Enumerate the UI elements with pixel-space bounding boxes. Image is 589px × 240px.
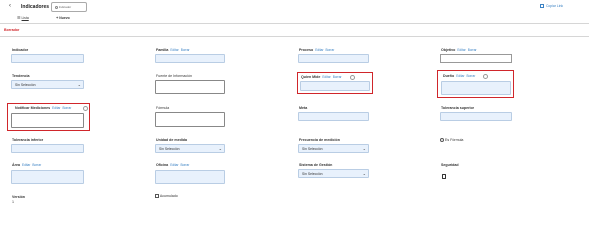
version-label: Versión <box>12 195 25 199</box>
area-label: Área Editar Borrar <box>12 163 42 167</box>
proceso-clear-link[interactable]: Borrar <box>326 48 335 52</box>
chevron-down-icon: ⌄ <box>362 146 366 151</box>
security-document-icon[interactable] <box>442 174 446 179</box>
sistema-select[interactable]: Sin Selección ⌄ <box>298 169 369 178</box>
quien-mide-label: Quien Mide Editar Borrar <box>301 75 342 79</box>
info-icon <box>483 73 488 79</box>
quien-mide-input[interactable] <box>300 81 370 91</box>
chevron-down-icon: ⌄ <box>362 171 366 176</box>
oficina-edit-link[interactable]: Editar <box>170 163 178 167</box>
quien-mide-edit-link[interactable]: Editar <box>322 75 330 79</box>
header-divider <box>0 23 589 24</box>
proceso-edit-link[interactable]: Editar <box>315 48 323 52</box>
area-edit-link[interactable]: Editar <box>22 163 30 167</box>
objetivo-edit-link[interactable]: Editar <box>457 48 465 52</box>
tolerancia-inferior-input[interactable] <box>11 144 84 153</box>
status-badge-button[interactable]: Indicador <box>51 1 87 12</box>
tendencia-label: Tendencia <box>12 74 30 78</box>
indicador-input[interactable] <box>11 54 84 63</box>
page-title: Indicadores <box>21 4 50 10</box>
record-status: Borrador <box>4 28 20 32</box>
notificar-label: Notificar Mediciones Editar Borrar <box>15 106 72 110</box>
plus-icon: + <box>56 15 59 20</box>
checkbox-icon <box>440 138 444 143</box>
info-icon <box>350 74 355 80</box>
fuente-textarea[interactable] <box>155 80 225 94</box>
dueno-label: Dueño Editar Borrar <box>443 74 476 78</box>
notificar-clear-link[interactable]: Borrar <box>62 106 71 110</box>
area-clear-link[interactable]: Borrar <box>32 163 41 167</box>
proceso-input[interactable] <box>298 54 369 63</box>
area-input[interactable] <box>11 170 84 184</box>
new-button[interactable]: + Nuevo <box>56 15 70 20</box>
badge-icon <box>55 5 58 9</box>
objetivo-label: Objetivo Editar Borrar <box>441 48 477 52</box>
version-value: 1 <box>12 200 14 204</box>
notificar-textarea[interactable] <box>11 113 84 128</box>
dueno-clear-link[interactable]: Borrar <box>467 74 476 78</box>
frecuencia-select[interactable]: Sin Selección ⌄ <box>298 144 369 153</box>
dueno-edit-link[interactable]: Editar <box>456 74 464 78</box>
list-button[interactable]: ☰ Lista <box>17 15 29 20</box>
back-button[interactable]: ‹ <box>9 3 11 9</box>
acumulado-checkbox[interactable]: Acumulado <box>155 194 178 199</box>
frecuencia-label: Frecuencia de medición <box>299 138 340 142</box>
chevron-down-icon: ⌄ <box>77 82 81 87</box>
tolerancia-inferior-label: Tolerancia inferior <box>12 138 44 142</box>
status-divider <box>0 36 589 37</box>
seguridad-label: Seguridad <box>441 163 459 167</box>
tolerancia-superior-input[interactable] <box>440 112 512 121</box>
meta-input[interactable] <box>298 112 369 121</box>
notificar-edit-link[interactable]: Editar <box>52 106 60 110</box>
familia-edit-link[interactable]: Editar <box>170 48 178 52</box>
oficina-label: Oficina Editar Borrar <box>156 163 190 167</box>
chevron-down-icon: ⌄ <box>218 146 222 151</box>
dueno-input[interactable] <box>441 81 511 95</box>
tendencia-select[interactable]: Sin Selección ⌄ <box>11 80 84 89</box>
unidad-select[interactable]: Sin Selección ⌄ <box>155 144 225 153</box>
objetivo-input[interactable] <box>440 54 512 63</box>
proceso-label: Proceso Editar Borrar <box>299 48 335 52</box>
oficina-clear-link[interactable]: Borrar <box>181 163 190 167</box>
familia-clear-link[interactable]: Borrar <box>181 48 190 52</box>
formula-label: Fórmula <box>156 106 170 110</box>
objetivo-clear-link[interactable]: Borrar <box>468 48 477 52</box>
checkbox-icon <box>155 194 159 199</box>
es-formula-checkbox[interactable]: Es Fórmula <box>440 138 463 143</box>
formula-textarea[interactable] <box>155 112 225 127</box>
copy-link-button[interactable]: Copiar Link <box>540 4 563 9</box>
sistema-label: Sistema de Gestión <box>299 163 333 167</box>
list-icon: ☰ <box>17 15 21 20</box>
familia-input[interactable] <box>155 54 225 63</box>
familia-label: Familia Editar Borrar <box>156 48 190 52</box>
oficina-input[interactable] <box>155 170 225 184</box>
tolerancia-superior-label: Tolerancia superior <box>441 106 475 110</box>
indicador-label: Indicador <box>12 48 29 52</box>
unidad-label: Unidad de medida <box>156 138 187 142</box>
info-icon <box>83 105 88 111</box>
copy-icon <box>540 4 544 9</box>
fuente-label: Fuente de Información <box>156 74 192 78</box>
meta-label: Meta <box>299 106 308 110</box>
quien-mide-clear-link[interactable]: Borrar <box>333 75 342 79</box>
